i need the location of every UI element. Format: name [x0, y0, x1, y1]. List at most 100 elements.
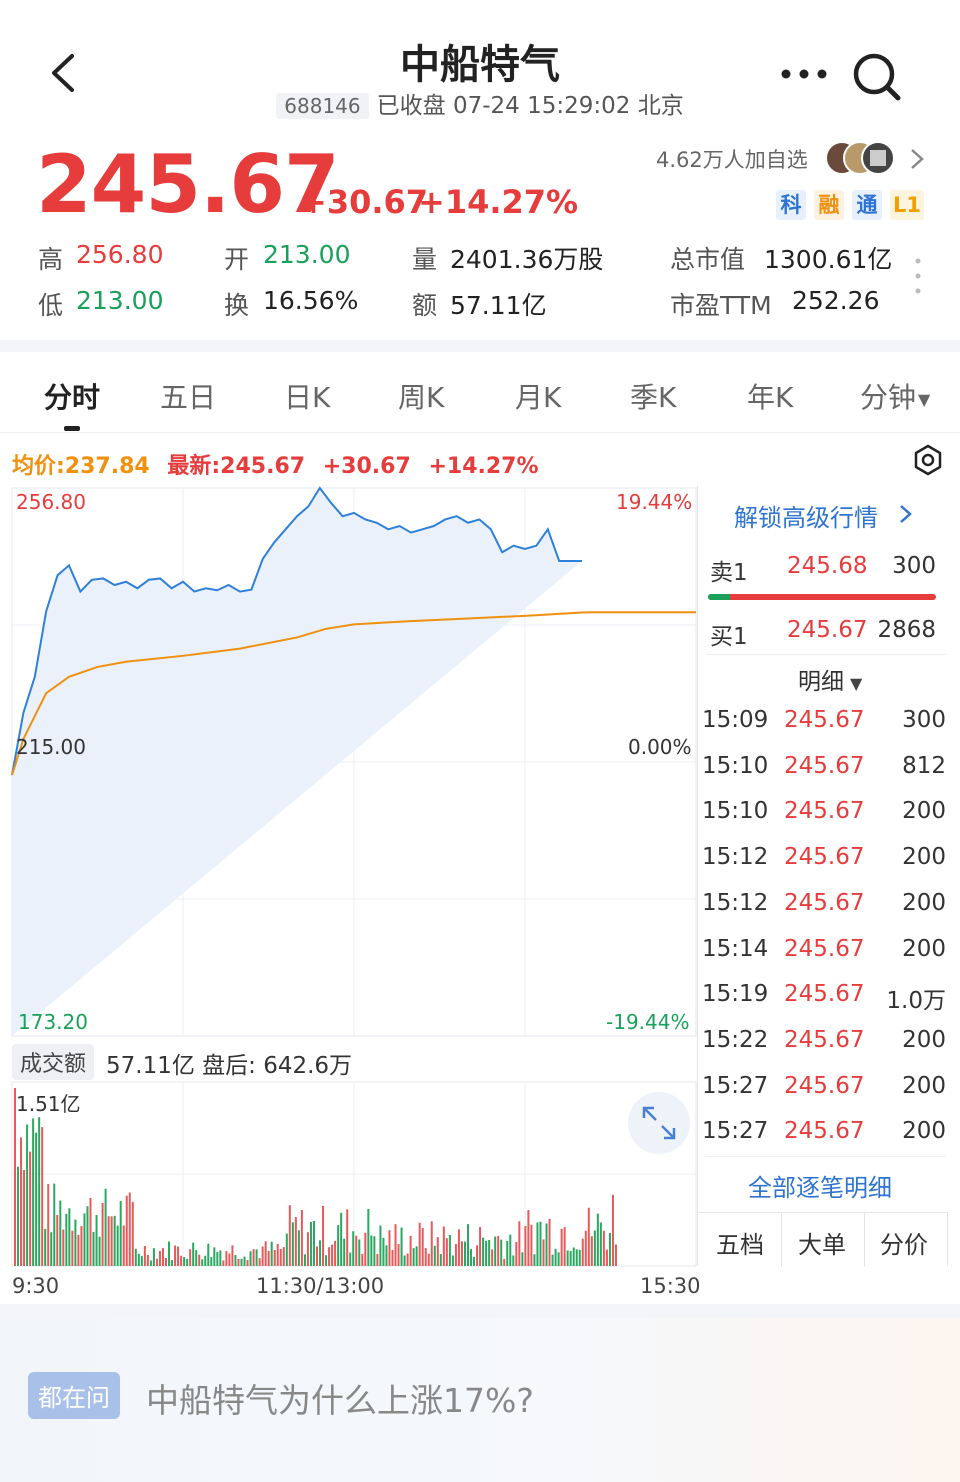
volume-bar: [328, 1247, 331, 1266]
volume-bar: [448, 1234, 451, 1266]
volume-bar: [122, 1225, 125, 1266]
volume-bar: [41, 1127, 44, 1266]
volume-bar: [23, 1170, 26, 1266]
settings-icon[interactable]: [912, 444, 944, 476]
tick-row: 15:10 245.67 812: [700, 753, 948, 793]
volume-bar: [285, 1233, 288, 1266]
volume-bar: [506, 1240, 509, 1266]
volume-type-chip[interactable]: 成交额: [12, 1044, 95, 1080]
more-icon[interactable]: [776, 54, 832, 94]
turnover-value: 16.56%: [263, 286, 359, 315]
volume-bar: [611, 1194, 614, 1266]
volume-bar: [316, 1246, 318, 1266]
ask-question[interactable]: 中船特气为什么上涨17%?: [146, 1374, 534, 1422]
volume-bar: [376, 1253, 379, 1266]
volume-value: 2401.36万股: [450, 245, 604, 274]
volume-bar: [62, 1229, 65, 1266]
volume-bar: [20, 1137, 23, 1266]
volume-bar: [149, 1260, 152, 1266]
tick-volume: 200: [902, 889, 946, 916]
tab-five-levels[interactable]: 五档: [716, 1225, 764, 1260]
tick-price: 245.67: [784, 707, 865, 733]
tick-price: 245.67: [784, 889, 865, 916]
volume-bar: [303, 1254, 306, 1266]
watchers-count[interactable]: 4.62万人加自选: [656, 144, 808, 174]
volume-bar: [442, 1226, 445, 1266]
tab-minute[interactable]: 分钟 ▼: [860, 376, 930, 416]
latest-price: 最新:245.67: [167, 454, 306, 479]
tab-5day[interactable]: 五日: [160, 376, 216, 416]
volume-bar: [231, 1245, 234, 1266]
volume-bar: [334, 1240, 337, 1266]
volume-bar: [364, 1232, 367, 1266]
volume-bar: [98, 1236, 101, 1266]
volume-bar: [473, 1256, 476, 1266]
volume-bar: [512, 1255, 515, 1266]
more-stats-icon[interactable]: [912, 256, 924, 296]
volume-bar: [291, 1222, 294, 1266]
tick-price: 245.67: [784, 1072, 865, 1099]
volume-bar: [584, 1230, 587, 1266]
tick-volume: 812: [902, 752, 946, 779]
volume-bar: [183, 1257, 186, 1266]
volume-bar: [312, 1220, 315, 1266]
tick-time: 15:22: [702, 1026, 769, 1053]
volume-bar: [174, 1245, 177, 1266]
chevron-right-icon[interactable]: [906, 146, 928, 172]
divider: [706, 654, 946, 655]
tab-quarterly-k[interactable]: 季K: [630, 376, 676, 416]
tab-price-distribution[interactable]: 分价: [880, 1225, 928, 1260]
volume-bar: [113, 1215, 116, 1266]
divider: [864, 1213, 865, 1267]
tag-l1: L1: [890, 190, 924, 220]
tick-volume: 300: [902, 707, 946, 733]
volume-bar: [168, 1241, 171, 1266]
tick-row: 15:22 245.67 200: [700, 1027, 948, 1067]
ask-chip: 都在问: [28, 1372, 120, 1419]
volume-bar: [213, 1247, 216, 1266]
volume-bar: [234, 1254, 237, 1266]
volume-bar: [391, 1249, 394, 1266]
tick-time: 15:12: [702, 889, 769, 916]
volume-bar: [500, 1239, 503, 1266]
volume-bar: [222, 1260, 225, 1266]
volume-bar: [379, 1225, 382, 1266]
tab-weekly-k[interactable]: 周K: [398, 376, 444, 416]
tab-intraday[interactable]: 分时: [44, 376, 100, 416]
price-change: +30.67: [300, 183, 429, 221]
all-ticks-link[interactable]: 全部逐笔明细: [748, 1168, 892, 1203]
tick-time: 15:10: [702, 798, 769, 825]
search-icon[interactable]: [848, 48, 904, 104]
volume-bar: [433, 1245, 436, 1266]
panel-divider: [697, 486, 698, 1266]
tick-row: 15:12 245.67 200: [700, 844, 948, 884]
volume-bar: [593, 1230, 596, 1266]
volume-bar: [255, 1249, 258, 1266]
expand-button[interactable]: [628, 1092, 690, 1154]
tab-daily-k[interactable]: 日K: [284, 376, 330, 416]
bid-volume: 2868: [877, 617, 936, 643]
volume-bar: [563, 1227, 566, 1266]
tab-big-orders[interactable]: 大单: [798, 1225, 846, 1260]
tab-yearly-k[interactable]: 年K: [747, 376, 793, 416]
volume-bar: [86, 1206, 89, 1266]
volume-bar: [331, 1244, 334, 1266]
intraday-chart[interactable]: [0, 480, 700, 1310]
turnover-label: 换: [224, 291, 250, 320]
volume-bar: [243, 1256, 246, 1266]
tick-detail-header[interactable]: 明细 ▼: [798, 662, 862, 696]
unlock-advanced-quote[interactable]: 解锁高级行情: [734, 498, 878, 533]
chevron-right-icon[interactable]: [896, 502, 916, 526]
tick-volume: 200: [902, 1118, 946, 1145]
volume-bar: [533, 1254, 536, 1266]
mcap-label: 总市值: [670, 245, 746, 274]
tab-monthly-k[interactable]: 月K: [515, 376, 561, 416]
volume-bar: [509, 1234, 512, 1266]
volume-bar: [26, 1124, 29, 1266]
volume-bar: [104, 1188, 107, 1266]
tick-volume: 200: [902, 1072, 946, 1099]
avatar-group[interactable]: [824, 140, 896, 176]
y-mid-label: 215.00: [16, 735, 86, 759]
volume-bar: [352, 1231, 355, 1266]
volume-bar: [146, 1254, 149, 1266]
